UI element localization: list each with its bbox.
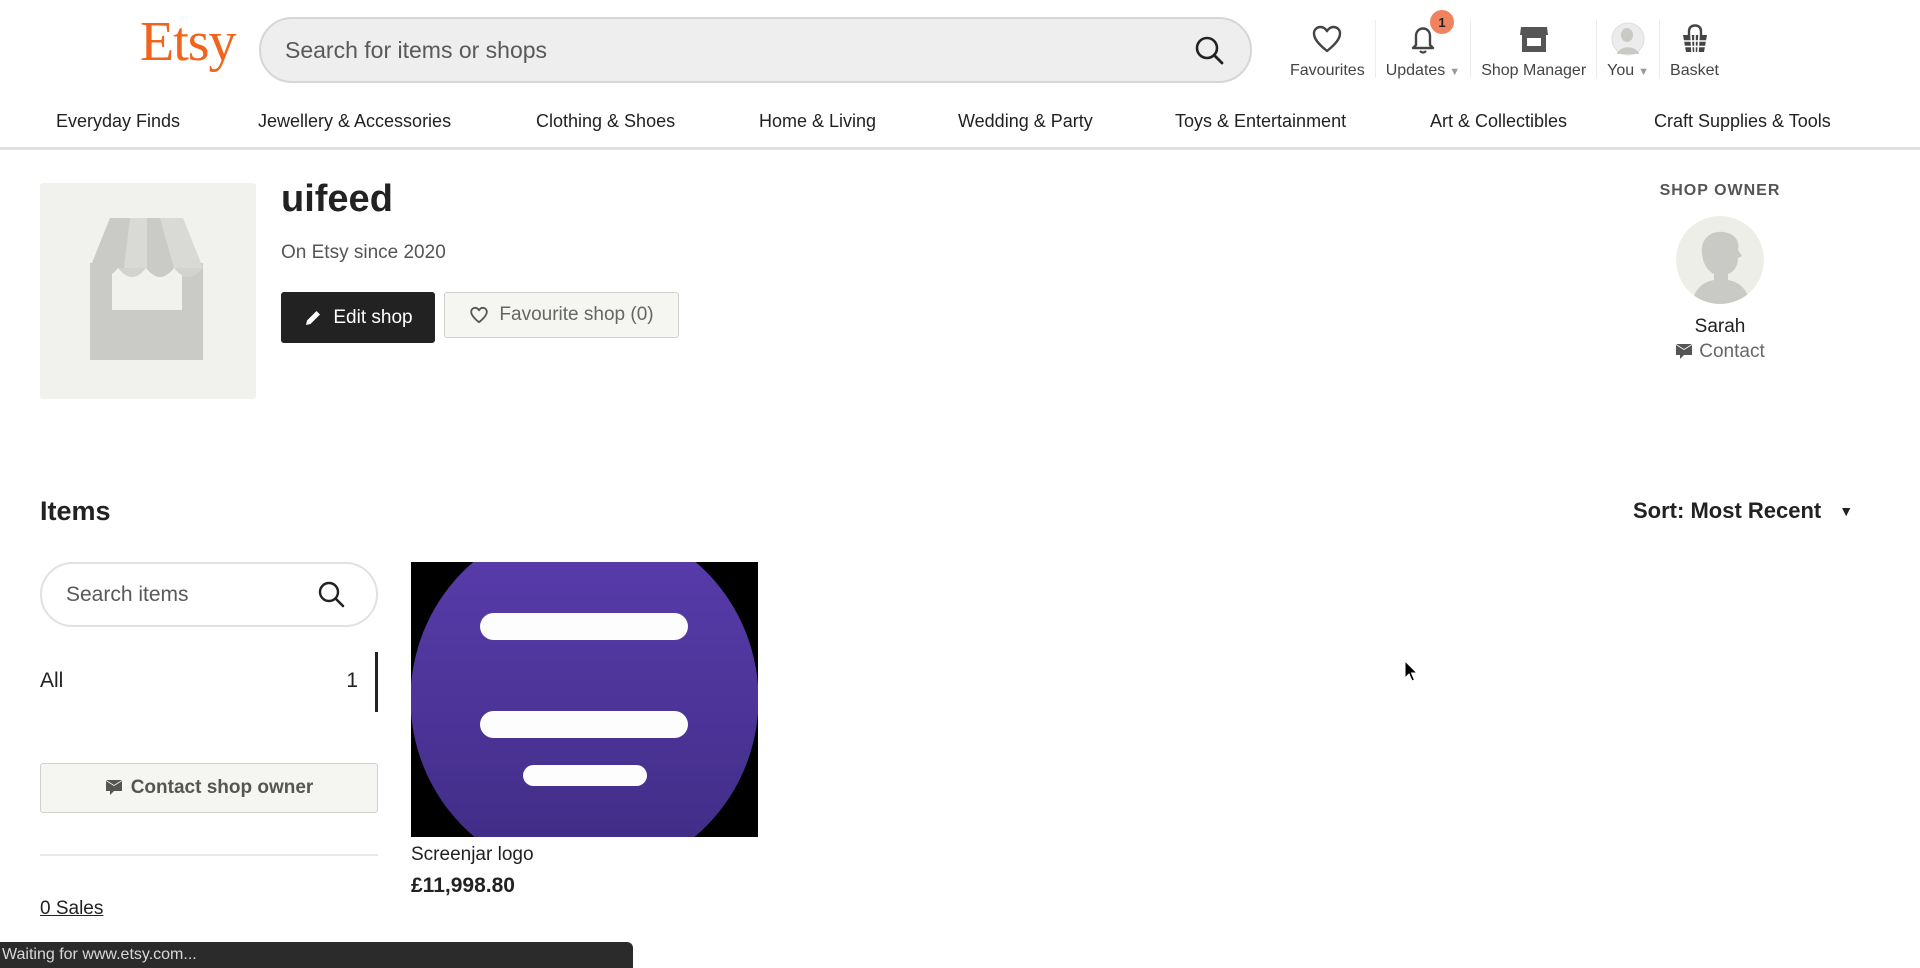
nav-basket-label: Basket [1670, 62, 1719, 79]
edit-shop-label: Edit shop [333, 306, 413, 328]
browser-status-bar: Waiting for www.etsy.com... [0, 942, 633, 968]
sales-link[interactable]: 0 Sales [40, 898, 103, 920]
nav-basket[interactable]: Basket [1660, 12, 1729, 87]
item-search-input[interactable] [66, 564, 306, 625]
category-link[interactable]: Home & Living [759, 111, 876, 132]
item-search-bar [40, 562, 378, 627]
storefront-icon [90, 218, 203, 360]
filter-count: 1 [346, 669, 358, 692]
nav-shop-manager-label: Shop Manager [1481, 62, 1587, 79]
edit-shop-button[interactable]: Edit shop [281, 292, 435, 343]
sort-label: Sort: Most Recent [1633, 498, 1822, 523]
shop-owner-panel: SHOP OWNER Sarah Contact [1620, 182, 1820, 363]
search-button[interactable] [1192, 33, 1228, 69]
heart-icon [470, 306, 489, 324]
listing-title[interactable]: Screenjar logo [411, 844, 758, 866]
header-nav: Favourites 1 Updates ▼ Shop Manager You ▼ [1280, 10, 1729, 87]
category-link[interactable]: Craft Supplies & Tools [1654, 111, 1831, 132]
user-avatar-icon [1611, 22, 1645, 56]
listing-image[interactable] [411, 562, 758, 837]
listing-card[interactable]: Screenjar logo £11,998.80 [411, 562, 758, 898]
contact-shop-owner-button[interactable]: Contact shop owner [40, 763, 378, 813]
item-search-button[interactable] [316, 579, 348, 616]
site-header: Etsy Favourites 1 Updates▼ Shop Manager [0, 0, 1920, 100]
shop-name: uifeed [281, 178, 393, 220]
category-link[interactable]: Clothing & Shoes [536, 111, 675, 132]
shop-owner-heading: SHOP OWNER [1659, 182, 1781, 199]
message-icon [1676, 344, 1693, 359]
favourite-shop-label: Favourite shop (0) [499, 304, 654, 325]
search-icon [1195, 36, 1224, 65]
category-link[interactable]: Art & Collectibles [1430, 111, 1567, 132]
nav-updates-label: Updates [1385, 62, 1446, 79]
nav-updates[interactable]: 1 Updates ▼ [1376, 10, 1470, 87]
filter-label: All [40, 669, 64, 692]
favourite-shop-button[interactable]: Favourite shop (0) [444, 292, 679, 338]
caret-down-icon: ▼ [1839, 503, 1854, 519]
owner-avatar[interactable] [1676, 216, 1764, 304]
owner-contact-link[interactable]: Contact [1620, 341, 1820, 363]
category-link[interactable]: Wedding & Party [958, 111, 1093, 132]
global-search-bar [259, 17, 1252, 83]
basket-icon [1682, 24, 1707, 53]
sort-dropdown[interactable]: Sort: Most Recent ▼ [1633, 498, 1853, 524]
screenjar-logo-image [411, 562, 758, 837]
caret-down-icon: ▼ [1449, 66, 1461, 78]
listing-price: £11,998.80 [411, 874, 515, 897]
heart-icon [1313, 25, 1342, 53]
category-link[interactable]: Toys & Entertainment [1175, 111, 1346, 132]
category-link[interactable]: Jewellery & Accessories [258, 111, 451, 132]
nav-favourites[interactable]: Favourites [1280, 12, 1375, 87]
pencil-icon [306, 310, 321, 325]
global-search-input[interactable] [285, 19, 1165, 81]
updates-badge: 1 [1429, 10, 1454, 34]
owner-contact-label: Contact [1699, 341, 1765, 362]
owner-name: Sarah [1694, 316, 1746, 337]
nav-favourites-label: Favourites [1290, 62, 1365, 79]
etsy-logo[interactable]: Etsy [140, 14, 237, 70]
sidebar-divider [40, 854, 378, 856]
section-filter-all[interactable]: All 1 [40, 652, 378, 712]
cursor-arrow-icon [1404, 659, 1419, 682]
nav-you[interactable]: You ▼ [1597, 12, 1659, 87]
contact-shop-owner-label: Contact shop owner [130, 777, 314, 798]
caret-down-icon: ▼ [1638, 66, 1650, 78]
nav-you-label: You [1607, 62, 1635, 79]
nav-shop-manager[interactable]: Shop Manager [1471, 12, 1596, 87]
items-heading: Items [40, 496, 111, 526]
search-icon [318, 581, 345, 608]
shop-icon [1519, 27, 1548, 52]
owner-avatar-silhouette [1692, 231, 1750, 304]
category-link[interactable]: Everyday Finds [56, 111, 180, 132]
shop-since: On Etsy since 2020 [281, 242, 446, 263]
message-icon [105, 780, 122, 795]
mouse-cursor [1404, 659, 1420, 689]
active-filter-indicator [375, 652, 378, 712]
shop-icon-placeholder [40, 183, 256, 399]
category-nav: Everyday Finds Jewellery & Accessories C… [0, 100, 1920, 150]
